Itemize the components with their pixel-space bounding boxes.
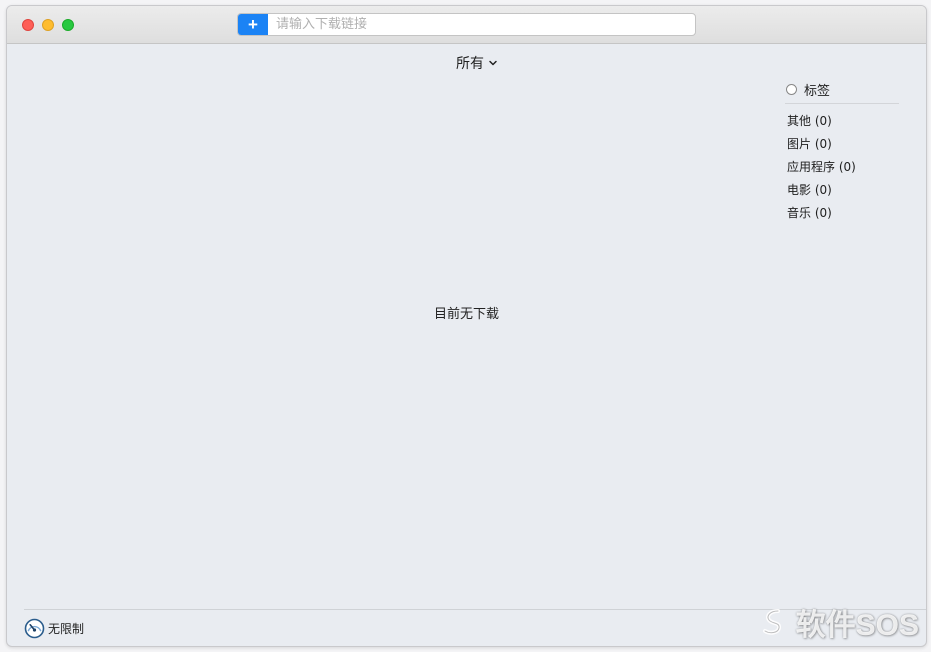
tag-item-movies[interactable]: 电影 (0) — [785, 179, 899, 202]
speed-limit-button[interactable]: 无限制 — [24, 618, 84, 639]
tag-item-other[interactable]: 其他 (0) — [785, 110, 899, 133]
tag-item-applications[interactable]: 应用程序 (0) — [785, 156, 899, 179]
tags-header-label: 标签 — [804, 83, 831, 99]
close-window-button[interactable] — [22, 19, 34, 31]
speedometer-icon — [24, 618, 45, 639]
category-filter-label: 所有 — [456, 56, 484, 72]
maximize-window-button[interactable] — [62, 19, 74, 31]
tag-item-music[interactable]: 音乐 (0) — [785, 202, 899, 225]
tag-list: 其他 (0) 图片 (0) 应用程序 (0) 电影 (0) 音乐 (0) — [785, 110, 899, 225]
radio-icon[interactable] — [786, 83, 797, 95]
download-url-bar: + — [237, 13, 696, 36]
tags-panel: 标签 其他 (0) 图片 (0) 应用程序 (0) 电影 (0) 音乐 (0) — [785, 78, 899, 225]
empty-downloads-message: 目前无下载 — [433, 307, 499, 322]
chevron-down-icon — [489, 60, 497, 66]
plus-icon: + — [248, 15, 258, 34]
add-download-button[interactable]: + — [238, 14, 268, 35]
app-window: + 所有 标签 其他 (0) 图片 (0) 应用程序 (0) 电影 (0) 音乐… — [6, 5, 927, 647]
speed-limit-label: 无限制 — [48, 622, 85, 636]
tag-item-images[interactable]: 图片 (0) — [785, 133, 899, 156]
title-bar: + — [7, 6, 926, 44]
category-filter-dropdown[interactable]: 所有 — [456, 53, 498, 73]
minimize-window-button[interactable] — [42, 19, 54, 31]
download-url-input[interactable] — [268, 14, 695, 35]
tags-header[interactable]: 标签 — [785, 78, 899, 104]
status-bar: 无限制 — [24, 609, 926, 646]
